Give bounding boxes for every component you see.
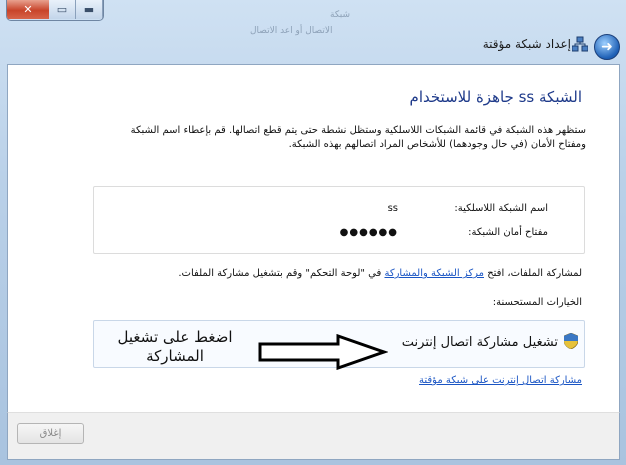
back-arrow-icon: ➜ <box>601 39 613 55</box>
footer-bar <box>7 412 620 460</box>
share-suffix: في "لوحة التحكم" وقم بتشغيل مشاركة الملف… <box>178 268 382 279</box>
network-info-box: اسم الشبكة اللاسلكية: ss مفتاح أمان الشب… <box>93 186 585 254</box>
background-window-text: شبكة الاتصال أو اعد الاتصال <box>130 4 610 36</box>
annotation-text: اضغط على تشغيل المشاركة <box>117 328 233 365</box>
security-key-label: مفتاح أمان الشبكة: <box>468 227 548 238</box>
maximize-button[interactable]: ▭ <box>49 0 76 19</box>
file-sharing-text: لمشاركة الملفات، افتح مركز الشبكة والمشا… <box>178 268 582 279</box>
annotation-arrow-icon <box>258 334 388 370</box>
recommended-options-label: الخيارات المستحسنة: <box>492 297 582 308</box>
network-name-value: ss <box>387 203 398 214</box>
adhoc-sharing-link[interactable]: مشاركة اتصال إنترنت على شبكة مؤقتة <box>419 375 582 386</box>
minimize-button[interactable]: ▬ <box>76 0 103 19</box>
network-name-row: اسم الشبكة اللاسلكية: ss <box>388 203 548 214</box>
background-text-2: الاتصال أو اعد الاتصال <box>250 26 333 36</box>
security-key-value: ●●●●●● <box>339 227 398 238</box>
close-window-button[interactable]: ✕ <box>7 0 49 19</box>
network-icon <box>572 36 588 52</box>
share-prefix: لمشاركة الملفات، افتح <box>487 268 582 279</box>
back-button[interactable]: ➜ <box>594 34 620 60</box>
security-key-row: مفتاح أمان الشبكة: ●●●●●● <box>340 227 548 238</box>
internet-sharing-label: تشغيل مشاركة اتصال إنترنت <box>401 335 558 350</box>
caption-buttons: ✕ ▭ ▬ <box>6 0 104 21</box>
description-text: ستظهر هذه الشبكة في قائمة الشبكات اللاسل… <box>130 125 586 150</box>
window-title: إعداد شبكة مؤقتة <box>482 37 571 51</box>
page-title: الشبكة ss جاهزة للاستخدام <box>409 88 582 106</box>
network-center-link[interactable]: مركز الشبكة والمشاركة <box>384 268 484 279</box>
close-button[interactable]: إغلاق <box>17 423 84 444</box>
shield-icon <box>564 333 578 349</box>
network-name-label: اسم الشبكة اللاسلكية: <box>454 203 548 214</box>
background-text-1: شبكة <box>330 10 351 20</box>
